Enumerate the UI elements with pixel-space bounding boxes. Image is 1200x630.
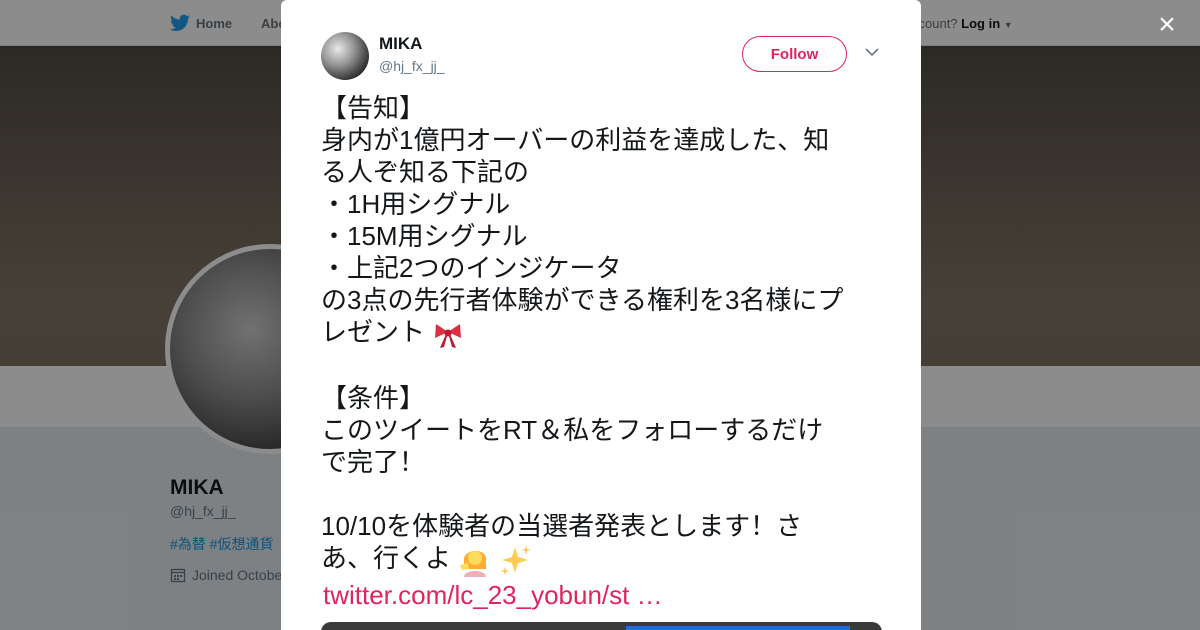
tweet-modal: MIKA @hj_fx_jj_ Follow 【告知】 身内が1億円オーバーの利… <box>281 0 921 630</box>
tweet-line: ・1H用シグナル <box>321 189 511 219</box>
tweet-text: 【告知】 身内が1億円オーバーの利益を達成した、知 る人ぞ知る下記の ・1H用シ… <box>321 92 886 578</box>
tweet-line: このツイートをRT＆私をフォローするだけ <box>321 415 824 445</box>
tweet-line: レゼント <box>321 317 426 347</box>
tweet-line: 【告知】 <box>321 93 426 123</box>
author-handle[interactable]: @hj_fx_jj_ <box>379 58 445 74</box>
chevron-down-icon[interactable] <box>864 44 880 60</box>
woman-tipping-hand-icon <box>460 551 487 578</box>
tweet-line: あ、行くよ <box>321 543 452 573</box>
follow-button[interactable]: Follow <box>742 36 847 72</box>
media-thumbnail <box>626 626 850 630</box>
tweet-line: る人ぞ知る下記の <box>321 157 530 187</box>
tweet-line: ・上記2つのインジケータ <box>321 253 622 283</box>
tweet-line: の3点の先行者体験ができる権利を3名様にプ <box>321 285 844 315</box>
author-name[interactable]: MIKA <box>379 34 422 54</box>
sparkles-icon <box>501 545 532 576</box>
tweet-line-with-emoji: あ、行くよ <box>321 542 886 578</box>
tweet-media-preview[interactable] <box>321 622 882 630</box>
tweet-line: ・15M用シグナル <box>321 221 528 251</box>
tweet-line: 10/10を体験者の当選者発表とします！さ <box>321 511 803 541</box>
tweet-line: で完了！ <box>321 447 426 477</box>
tweet-line: 身内が1億円オーバーの利益を達成した、知 <box>321 125 830 155</box>
close-icon[interactable]: × <box>1152 10 1182 40</box>
tweet-link[interactable]: twitter.com/lc_23_yobun/st … <box>323 580 663 611</box>
ribbon-bow-icon <box>435 324 462 349</box>
author-avatar[interactable] <box>321 32 369 80</box>
tweet-line: 【条件】 <box>321 383 426 413</box>
tweet-line-with-emoji: レゼント <box>321 316 886 350</box>
